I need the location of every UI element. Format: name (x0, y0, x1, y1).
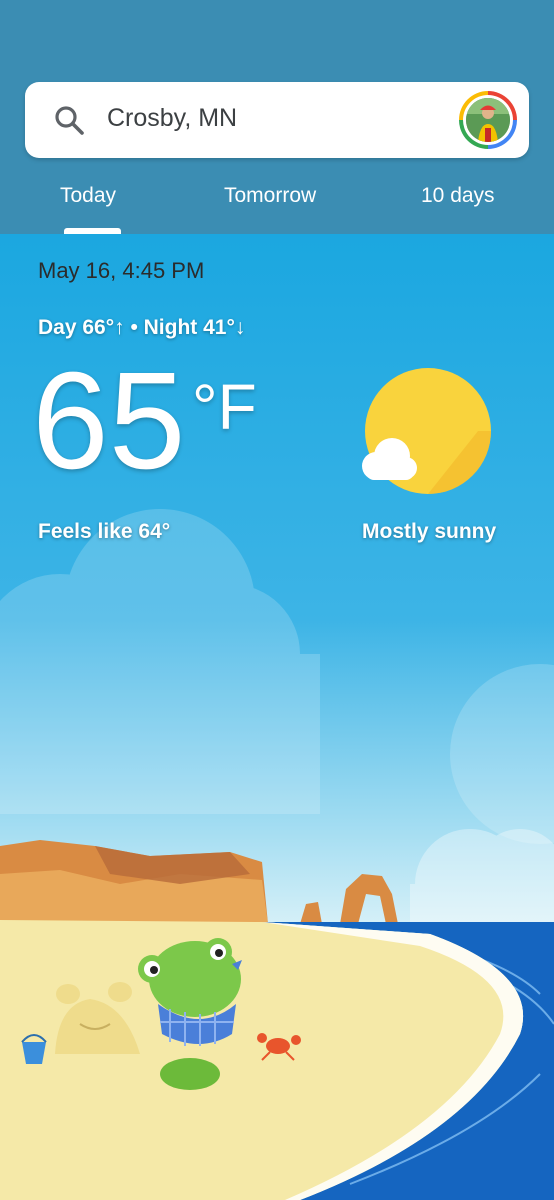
weather-condition: Mostly sunny (362, 520, 497, 543)
sun-with-cloud-icon (362, 368, 491, 494)
background-clouds (0, 509, 554, 844)
search-location-text[interactable]: Crosby, MN (107, 104, 237, 133)
account-avatar[interactable] (459, 91, 517, 149)
forecast-tabs: Today Tomorrow 10 days (0, 170, 554, 234)
temperature-value: 65 (32, 344, 186, 498)
current-temperature: 65 °F (32, 352, 257, 490)
tab-today[interactable]: Today (60, 184, 116, 208)
tab-10-days[interactable]: 10 days (421, 184, 495, 208)
tab-tomorrow[interactable]: Tomorrow (224, 184, 316, 208)
temperature-unit: °F (192, 371, 257, 443)
feels-like: Feels like 64° (38, 520, 171, 543)
search-icon[interactable] (53, 104, 85, 136)
day-night-temps: Day 66°↑ • Night 41°↓ (38, 316, 246, 339)
search-bar[interactable]: Crosby, MN (25, 82, 529, 158)
cliffs (0, 840, 398, 924)
date-time: May 16, 4:45 PM (38, 258, 205, 283)
